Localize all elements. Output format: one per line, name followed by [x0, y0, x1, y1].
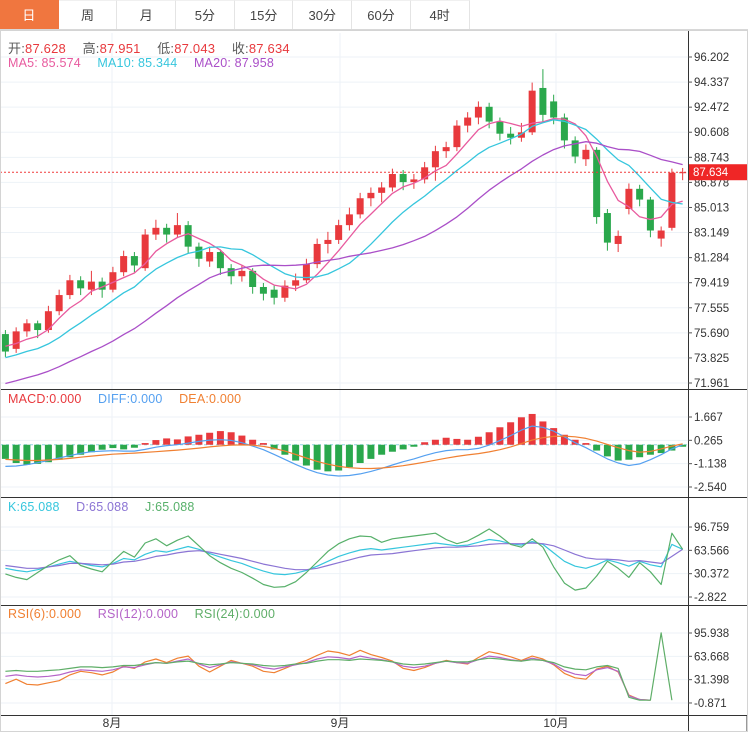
svg-text:31.398: 31.398 — [694, 675, 729, 687]
svg-text:-2.822: -2.822 — [694, 592, 727, 604]
svg-text:92.472: 92.472 — [694, 102, 729, 114]
svg-text:9月: 9月 — [331, 716, 350, 730]
tab-60min[interactable]: 60分 — [352, 0, 411, 29]
k-line — [5, 540, 682, 575]
svg-text:94.337: 94.337 — [694, 77, 729, 89]
tab-day[interactable]: 日 — [0, 0, 59, 29]
price-axis: 96.20294.33792.47290.60888.74386.87885.0… — [688, 52, 730, 710]
tab-15min[interactable]: 15分 — [235, 0, 294, 29]
svg-text:96.202: 96.202 — [694, 52, 729, 64]
tab-5min[interactable]: 5分 — [176, 0, 235, 29]
svg-text:77.555: 77.555 — [694, 303, 729, 315]
svg-text:88.743: 88.743 — [694, 152, 729, 164]
svg-text:83.149: 83.149 — [694, 228, 729, 240]
svg-text:-1.138: -1.138 — [694, 459, 727, 471]
svg-text:63.566: 63.566 — [694, 545, 729, 557]
trading-chart-app: 日 周 月 5分 15分 30分 60分 4时 96.20294.33792.4… — [0, 0, 748, 750]
macd-histogram — [2, 414, 686, 471]
svg-text:0.265: 0.265 — [694, 435, 723, 447]
svg-text:71.961: 71.961 — [694, 378, 729, 390]
tab-week[interactable]: 周 — [59, 0, 118, 29]
svg-text:81.284: 81.284 — [694, 253, 730, 265]
svg-text:8月: 8月 — [103, 716, 122, 730]
ma20-line — [5, 142, 682, 384]
svg-text:-0.871: -0.871 — [694, 698, 727, 710]
j-line — [5, 529, 682, 590]
svg-text:-2.540: -2.540 — [694, 482, 727, 494]
ma10-line — [5, 120, 682, 358]
diff-line — [5, 426, 682, 476]
svg-text:73.825: 73.825 — [694, 353, 729, 365]
current-price-badge: 87.634 — [689, 164, 747, 180]
rsi24-line — [5, 633, 672, 700]
svg-text:87.634: 87.634 — [693, 167, 729, 179]
svg-text:85.013: 85.013 — [694, 202, 729, 214]
svg-text:30.372: 30.372 — [694, 569, 729, 581]
svg-text:90.608: 90.608 — [694, 127, 729, 139]
svg-text:95.938: 95.938 — [694, 628, 729, 640]
svg-text:1.667: 1.667 — [694, 412, 723, 424]
tab-4hour[interactable]: 4时 — [411, 0, 470, 29]
svg-text:79.419: 79.419 — [694, 278, 729, 290]
chart-canvas[interactable]: 96.20294.33792.47290.60888.74386.87885.0… — [0, 0, 748, 750]
candlestick-series — [2, 69, 686, 357]
rsi6-line — [5, 650, 650, 700]
tab-30min[interactable]: 30分 — [293, 0, 352, 29]
svg-text:96.759: 96.759 — [694, 522, 729, 534]
timeframe-tabbar: 日 周 月 5分 15分 30分 60分 4时 — [0, 0, 748, 30]
crosshair-date-box — [689, 716, 748, 732]
x-axis-labels: 8月 9月 10月 — [103, 716, 569, 730]
svg-text:10月: 10月 — [543, 716, 568, 730]
svg-text:63.668: 63.668 — [694, 651, 729, 663]
svg-text:75.690: 75.690 — [694, 328, 729, 340]
tab-month[interactable]: 月 — [117, 0, 176, 29]
